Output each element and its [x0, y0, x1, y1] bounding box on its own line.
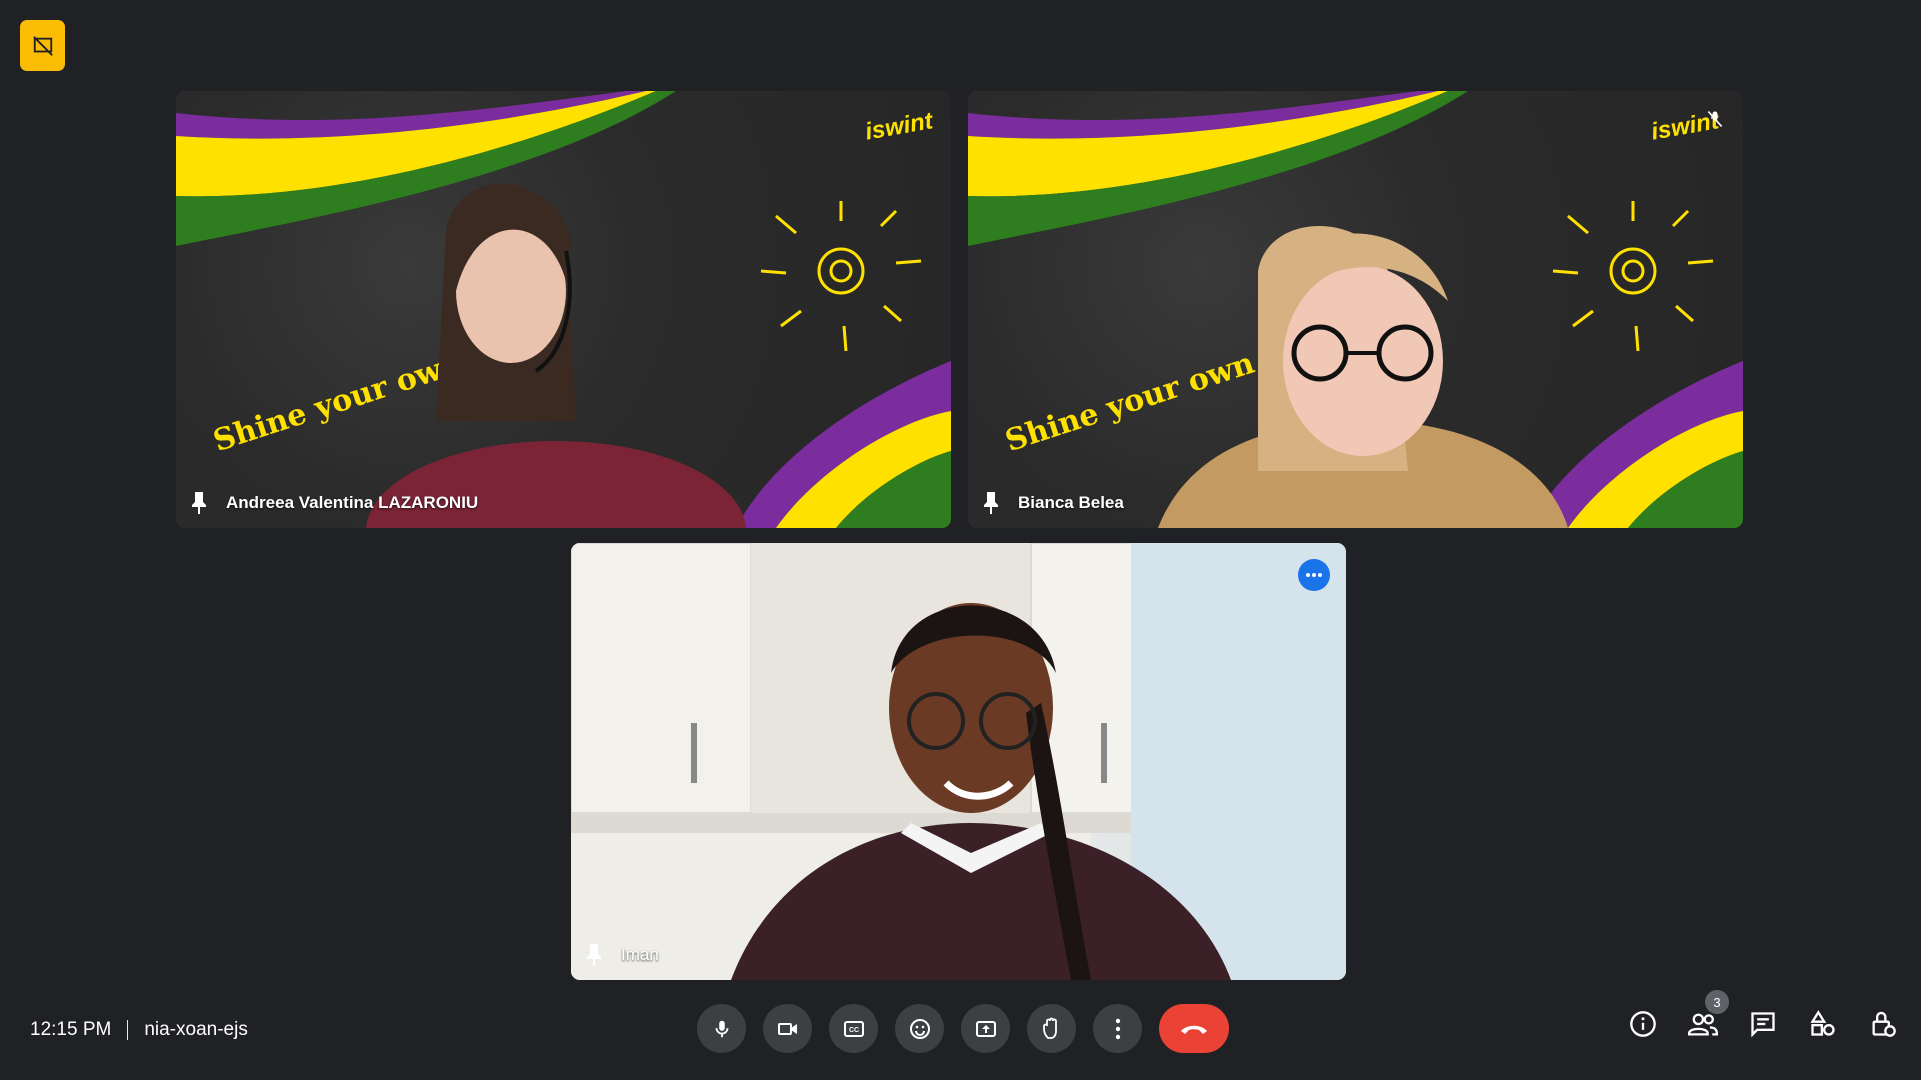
people-icon [1688, 1013, 1718, 1036]
meeting-panel-controls: 3 [1625, 990, 1901, 1042]
participant-figure [1158, 226, 1568, 528]
reactions-button[interactable] [895, 1004, 944, 1053]
host-controls-icon [1872, 1011, 1896, 1037]
participant-name-tag: Bianca Belea [982, 492, 1124, 514]
camera-icon [777, 1022, 797, 1035]
participant-name: Bianca Belea [1018, 493, 1124, 512]
mic-button[interactable] [697, 1004, 746, 1053]
participant-tile[interactable]: Shine your own light iswint Andreea Vale… [176, 91, 951, 528]
divider [127, 1020, 129, 1040]
participant-count-badge: 3 [1705, 990, 1729, 1014]
activities-icon [1810, 1010, 1835, 1036]
camera-button[interactable] [763, 1004, 812, 1053]
more-horizontal-icon [1306, 573, 1322, 577]
tile-more-options-button[interactable] [1298, 559, 1330, 591]
participant-tile[interactable]: Shine your own light iswint Bianca Belea [968, 91, 1743, 528]
captions-button[interactable]: CC [829, 1004, 878, 1053]
presentation-badge[interactable] [20, 20, 65, 71]
meeting-time: 12:15 PM [30, 1019, 112, 1040]
call-controls: CC [697, 1004, 1229, 1053]
pin-icon[interactable] [982, 492, 1000, 514]
participant-name: Iman [621, 945, 659, 964]
end-call-icon [1181, 1025, 1207, 1034]
pin-icon[interactable] [585, 944, 603, 966]
meeting-details-button[interactable] [1625, 1006, 1661, 1042]
participant-name-tag: Iman [585, 944, 659, 966]
more-options-button[interactable] [1093, 1004, 1142, 1053]
meeting-code: nia-xoan-ejs [144, 1019, 248, 1040]
participant-figure [366, 183, 746, 528]
chat-icon [1751, 1012, 1775, 1038]
meeting-info: 12:15 PM nia-xoan-ejs [30, 1019, 248, 1041]
host-controls-button[interactable] [1865, 1006, 1901, 1042]
raise-hand-icon [1042, 1017, 1057, 1039]
svg-text:CC: CC [848, 1027, 858, 1034]
raise-hand-button[interactable] [1027, 1004, 1076, 1053]
participant-name-tag: Andreea Valentina LAZARONIU [190, 492, 478, 514]
meeting-toolbar: 12:15 PM nia-xoan-ejs CC 3 [0, 990, 1921, 1072]
mic-icon [715, 1020, 728, 1037]
activities-button[interactable] [1805, 1006, 1841, 1042]
pin-icon[interactable] [190, 492, 208, 514]
present-button[interactable] [961, 1004, 1010, 1053]
present-icon [975, 1020, 996, 1037]
more-options-icon [1115, 1018, 1120, 1039]
emoji-icon [909, 1018, 930, 1039]
people-button[interactable]: 3 [1685, 990, 1729, 1042]
chat-button[interactable] [1745, 1006, 1781, 1042]
participant-tile[interactable]: Iman [571, 543, 1346, 980]
participant-name: Andreea Valentina LAZARONIU [226, 493, 479, 512]
info-icon [1630, 1011, 1656, 1037]
captions-icon: CC [843, 1020, 864, 1037]
presentation-off-icon [32, 35, 53, 56]
participant-figure [731, 603, 1231, 980]
end-call-button[interactable] [1159, 1004, 1229, 1053]
